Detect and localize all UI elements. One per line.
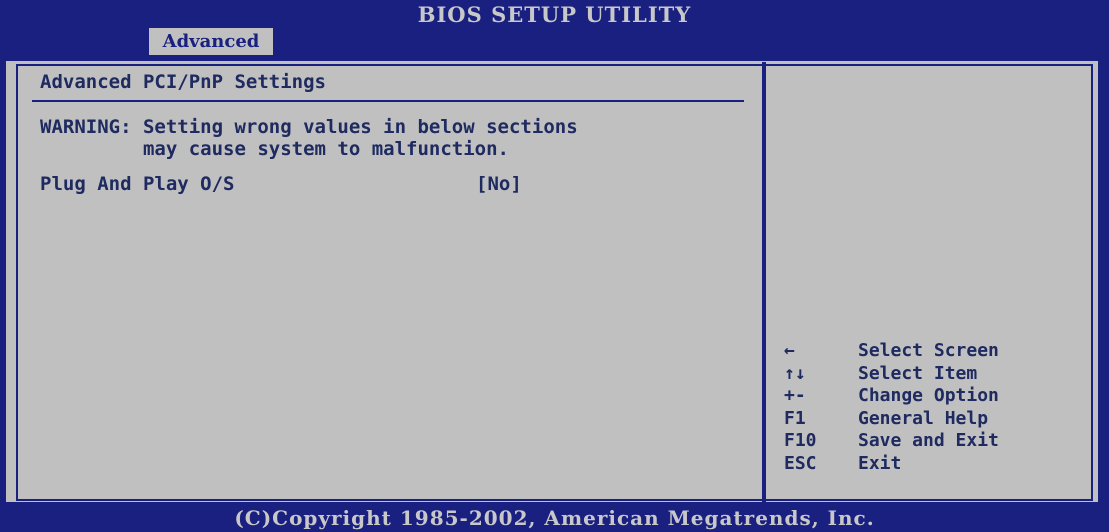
- help-row-select-item: ↑↓ Select Item: [784, 363, 1084, 386]
- title-divider: [32, 100, 744, 102]
- setting-plug-and-play-os[interactable]: Plug And Play O/S [No]: [40, 172, 740, 196]
- help-desc: Select Item: [858, 362, 978, 384]
- help-desc: Save and Exit: [858, 430, 999, 451]
- help-row-change-option: +- Change Option: [784, 385, 1084, 408]
- tab-advanced[interactable]: Advanced: [149, 28, 273, 55]
- setting-value[interactable]: [No]: [476, 172, 522, 196]
- warning-line-1: WARNING: Setting wrong values in below s…: [40, 116, 578, 138]
- help-key: +-: [784, 385, 806, 406]
- help-row-general-help: F1 General Help: [784, 408, 1084, 431]
- key-help-panel: ← Select Screen ↑↓ Select Item +- Change…: [784, 340, 1084, 475]
- setting-label: Plug And Play O/S: [40, 173, 235, 195]
- page-title: Advanced PCI/PnP Settings: [40, 71, 326, 93]
- help-key: F1: [784, 407, 806, 429]
- warning-message: WARNING: Setting wrong values in below s…: [40, 116, 578, 160]
- title-bar: BIOS SETUP UTILITY Advanced: [0, 0, 1109, 58]
- help-row-select-screen: ← Select Screen: [784, 340, 1084, 363]
- help-desc: Change Option: [858, 385, 999, 406]
- help-desc: General Help: [858, 407, 989, 429]
- help-key: ESC: [784, 452, 817, 474]
- help-row-save-exit: F10 Save and Exit: [784, 430, 1084, 453]
- help-desc: Exit: [858, 452, 902, 474]
- arrow-left-icon: ←: [784, 340, 795, 361]
- warning-line-2: may cause system to malfunction.: [40, 138, 509, 160]
- help-desc: Select Screen: [858, 340, 999, 361]
- help-key: F10: [784, 430, 817, 451]
- utility-title: BIOS SETUP UTILITY: [417, 2, 692, 27]
- help-row-exit: ESC Exit: [784, 453, 1084, 476]
- panel-divider: [762, 62, 766, 503]
- copyright-footer: (C)Copyright 1985-2002, American Megatre…: [0, 505, 1109, 532]
- arrow-up-down-icon: ↑↓: [784, 362, 806, 384]
